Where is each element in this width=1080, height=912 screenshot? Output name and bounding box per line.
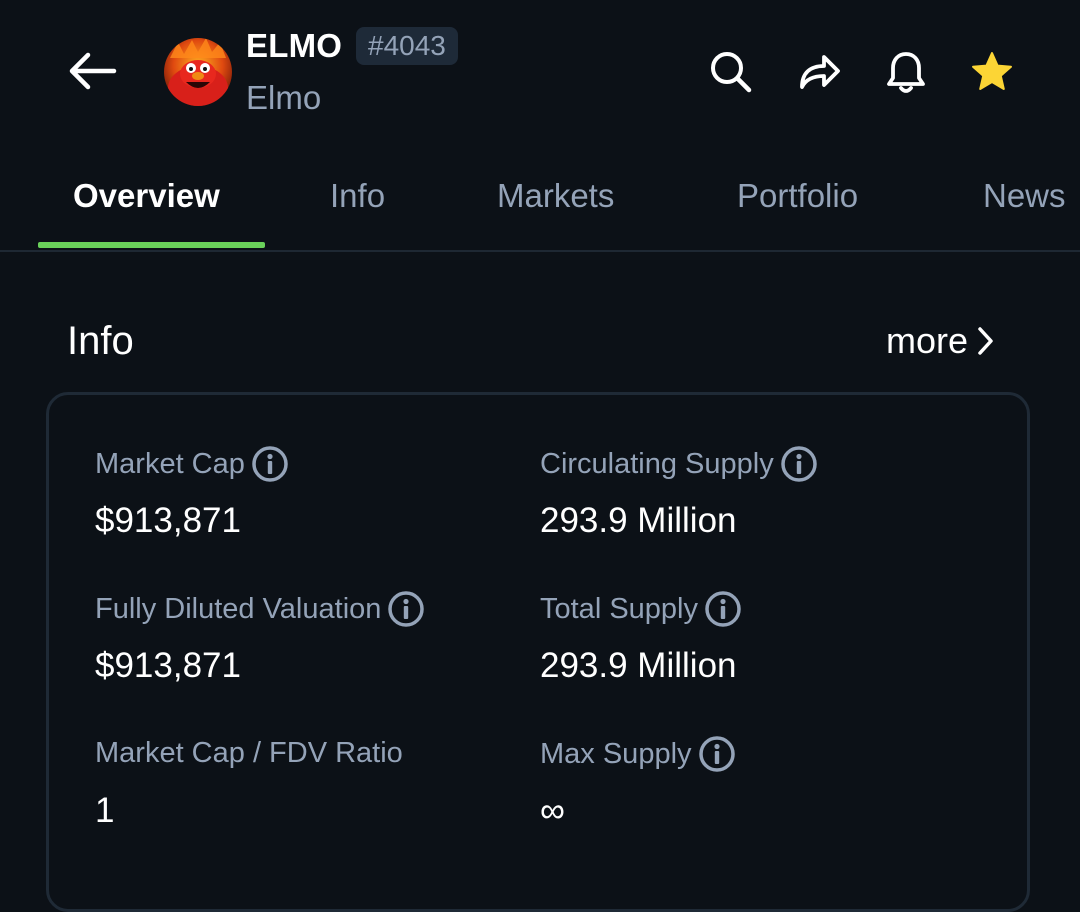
info-icon[interactable]	[251, 445, 289, 483]
info-icon[interactable]	[698, 735, 736, 773]
info-icon[interactable]	[387, 590, 425, 628]
info-card: Market Cap $913,871 Circulating Supply 2…	[46, 392, 1030, 912]
tab-overview[interactable]: Overview	[73, 176, 220, 216]
stat-value-market-cap: $913,871	[95, 501, 241, 540]
tab-info[interactable]: Info	[330, 176, 385, 216]
share-icon	[800, 55, 840, 89]
more-link[interactable]: more	[886, 318, 996, 364]
tab-portfolio[interactable]: Portfolio	[737, 176, 858, 216]
tab-news[interactable]: News	[983, 176, 1066, 216]
stat-label-circulating-supply: Circulating Supply	[540, 445, 818, 483]
info-icon[interactable]	[780, 445, 818, 483]
stat-value-fdv: $913,871	[95, 646, 241, 685]
stat-label-total-supply: Total Supply	[540, 590, 742, 628]
stat-label-mcap-fdv-ratio: Market Cap / FDV Ratio	[95, 737, 403, 769]
alert-button[interactable]	[880, 46, 932, 98]
watchlist-star-button[interactable]	[966, 46, 1018, 98]
chevron-right-icon	[978, 327, 993, 355]
coin-name: Elmo	[246, 79, 322, 116]
back-arrow-icon	[69, 52, 117, 90]
stat-value-circulating-supply: 293.9 Million	[540, 501, 737, 540]
active-tab-indicator	[38, 242, 265, 248]
star-icon	[972, 52, 1012, 90]
search-icon	[711, 52, 752, 93]
share-button[interactable]	[793, 46, 845, 98]
stat-value-total-supply: 293.9 Million	[540, 646, 737, 685]
info-icon[interactable]	[704, 590, 742, 628]
more-label: more	[886, 320, 969, 361]
stat-value-mcap-fdv-ratio: 1	[95, 791, 115, 830]
tab-markets[interactable]: Markets	[497, 176, 614, 216]
back-button[interactable]	[62, 44, 122, 98]
stat-label-market-cap: Market Cap	[95, 445, 289, 483]
info-section-title: Info	[67, 319, 134, 363]
tab-bar: Overview Info Markets Portfolio News	[0, 150, 1080, 252]
rank-badge: #4043	[356, 27, 458, 65]
coin-header: ELMO #4043 Elmo	[0, 0, 1080, 150]
stat-value-max-supply: ∞	[540, 791, 565, 830]
search-button[interactable]	[705, 46, 757, 98]
stat-label-fdv: Fully Diluted Valuation	[95, 590, 425, 628]
coin-avatar	[164, 38, 232, 106]
bell-icon	[887, 52, 925, 93]
coin-symbol: ELMO	[246, 27, 343, 64]
stat-label-max-supply: Max Supply	[540, 735, 736, 773]
